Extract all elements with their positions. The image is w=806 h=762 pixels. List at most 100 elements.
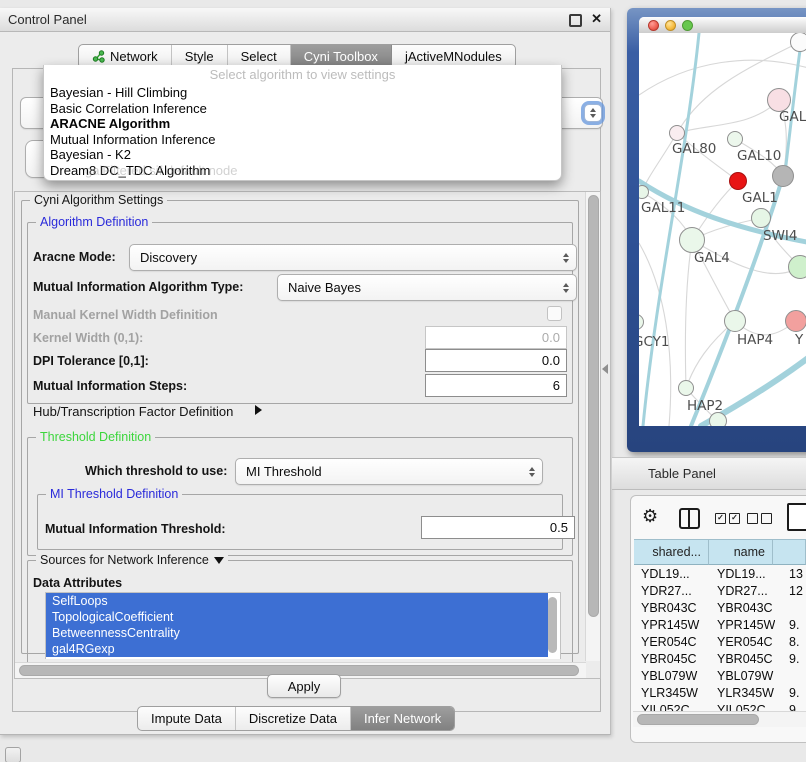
table-horizontal-scrollbar[interactable] — [633, 711, 806, 727]
algorithm-option-selected[interactable]: ARACNE Algorithm — [44, 116, 561, 132]
dpi-tolerance-field[interactable]: 0.0 — [425, 349, 567, 372]
network-node[interactable] — [788, 255, 806, 279]
table-cell[interactable]: 13 — [789, 566, 806, 583]
table-cell[interactable]: YDR27... — [717, 583, 775, 600]
table-cell[interactable]: YIL052C — [717, 702, 775, 711]
gear-icon[interactable]: ⚙ — [642, 506, 658, 527]
table-header-name[interactable]: name — [709, 539, 773, 565]
float-window-icon[interactable] — [569, 14, 582, 27]
table-cell[interactable]: YDL19... — [717, 566, 775, 583]
table-cell[interactable]: 12 — [789, 583, 806, 600]
table-cell[interactable]: YPR145W — [641, 617, 707, 634]
table-cell[interactable]: 9. — [789, 651, 806, 668]
apply-button[interactable]: Apply — [267, 674, 341, 698]
dpi-tolerance-value: 0.0 — [542, 353, 560, 368]
table-header-extra[interactable] — [773, 539, 806, 565]
network-view-frame[interactable]: GAL80 GAL10 GAL1 GAL11 SWI4 GAL4 GCY1 HA… — [627, 8, 806, 452]
tab-impute-data[interactable]: Impute Data — [138, 707, 236, 730]
table-cell[interactable]: YBR043C — [717, 600, 775, 617]
tab-infer-network[interactable]: Infer Network — [351, 707, 454, 730]
algorithm-option[interactable]: Bayesian - Hill Climbing — [44, 85, 561, 101]
mi-threshold-field[interactable]: 0.5 — [421, 516, 575, 539]
window-minimize-icon[interactable] — [665, 20, 676, 31]
control-panel-titlebar[interactable]: Control Panel ✕ — [0, 8, 610, 32]
network-window[interactable]: GAL80 GAL10 GAL1 GAL11 SWI4 GAL4 GCY1 HA… — [639, 17, 806, 426]
attribute-item[interactable]: TopologicalCoefficient — [46, 609, 548, 625]
kernel-width-field[interactable]: 0.0 — [425, 326, 567, 349]
columns-icon[interactable] — [679, 508, 700, 529]
network-window-titlebar[interactable] — [639, 17, 806, 34]
cyni-algorithm-settings-title: Cyni Algorithm Settings — [30, 193, 167, 207]
table-cell[interactable]: YBL079W — [717, 668, 775, 685]
window-zoom-icon[interactable] — [682, 20, 693, 31]
network-node[interactable] — [785, 310, 806, 332]
data-attributes-list[interactable]: SelfLoops TopologicalCoefficient Between… — [45, 592, 561, 659]
table-header-shared[interactable]: shared... — [634, 539, 709, 565]
mi-steps-field[interactable]: 6 — [425, 374, 567, 397]
table-cell[interactable]: YBR045C — [641, 651, 707, 668]
window-close-icon[interactable] — [648, 20, 659, 31]
table-cell[interactable]: 9. — [789, 685, 806, 702]
attribute-item[interactable]: BetweennessCentrality — [46, 625, 548, 641]
list-scrollbar-thumb[interactable] — [548, 597, 557, 653]
select-all-columns-icon[interactable]: ✓ ✓ — [715, 513, 740, 524]
network-node[interactable] — [790, 33, 806, 52]
table-cell[interactable]: 9. — [789, 617, 806, 634]
mi-type-combo[interactable]: Naive Bayes — [277, 274, 577, 301]
settings-vscroll-thumb[interactable] — [588, 195, 599, 617]
which-threshold-value: MI Threshold — [246, 464, 322, 479]
network-node[interactable] — [729, 172, 747, 190]
algorithm-option[interactable]: Bayesian - K2 — [44, 147, 561, 163]
table-cell[interactable]: YBR045C — [717, 651, 775, 668]
network-node[interactable] — [669, 125, 685, 141]
table-cell[interactable]: 9. — [789, 702, 806, 711]
table-cell[interactable]: YDR27... — [641, 583, 707, 600]
algorithm-option[interactable]: Mutual Information Inference — [44, 132, 561, 148]
screenshot-root: Control Panel ✕ Network Style Select Cyn… — [0, 0, 806, 762]
table-cell[interactable]: YER054C — [717, 634, 775, 651]
table-cell[interactable]: YLR345W — [717, 685, 775, 702]
chevron-updown-icon[interactable] — [584, 104, 602, 122]
algorithm-option[interactable]: Basic Correlation Inference — [44, 101, 561, 117]
table-cell[interactable]: YBL079W — [641, 668, 707, 685]
mi-steps-value: 6 — [553, 378, 560, 393]
table-mode-icon[interactable] — [787, 503, 806, 531]
threshold-definition-title: Threshold Definition — [36, 430, 155, 444]
attribute-item[interactable]: gal4RGexp — [46, 641, 548, 657]
network-node[interactable] — [678, 380, 694, 396]
network-canvas[interactable]: GAL80 GAL10 GAL1 GAL11 SWI4 GAL4 GCY1 HA… — [639, 33, 806, 426]
network-tab-icon — [92, 50, 105, 63]
network-node[interactable] — [727, 131, 743, 147]
network-node[interactable] — [724, 310, 746, 332]
close-icon[interactable]: ✕ — [591, 11, 602, 27]
tab-discretize-data[interactable]: Discretize Data — [236, 707, 351, 730]
settings-scrollpane: Cyni Algorithm Settings Algorithm Defini… — [14, 191, 601, 679]
network-node[interactable] — [772, 165, 794, 187]
table-cell[interactable]: YIL052C — [641, 702, 707, 711]
table-cell[interactable]: YBR043C — [641, 600, 707, 617]
node-label: GAL — [779, 109, 806, 125]
manual-kernel-checkbox[interactable] — [547, 306, 562, 321]
table-cell[interactable]: 8. — [789, 634, 806, 651]
table-panel-titlebar[interactable]: Table Panel — [612, 457, 806, 490]
chevron-down-icon[interactable] — [214, 557, 224, 564]
table-cell[interactable]: YER054C — [641, 634, 707, 651]
table-hscroll-thumb[interactable] — [637, 714, 759, 725]
table-cell[interactable]: YDL19... — [641, 566, 707, 583]
which-threshold-combo[interactable]: MI Threshold — [235, 458, 543, 485]
chevron-right-icon[interactable] — [255, 405, 262, 415]
aracne-mode-combo[interactable]: Discovery — [129, 244, 577, 271]
settings-vertical-scrollbar[interactable] — [585, 192, 600, 661]
panel-divider-grip[interactable] — [602, 364, 608, 374]
deselect-all-columns-icon[interactable] — [747, 513, 772, 524]
table-cell[interactable]: YLR345W — [641, 685, 707, 702]
network-node[interactable] — [709, 412, 727, 426]
network-node[interactable] — [751, 208, 771, 228]
table-header-label: shared... — [652, 545, 701, 559]
aracne-mode-label: Aracne Mode: — [33, 250, 116, 264]
minimized-panel-button[interactable] — [5, 747, 21, 762]
sources-title-text: Sources for Network Inference — [40, 553, 209, 567]
table-cell[interactable]: YPR145W — [717, 617, 775, 634]
attribute-item[interactable]: SelfLoops — [46, 593, 548, 609]
hub-expander-label[interactable]: Hub/Transcription Factor Definition — [33, 404, 233, 419]
